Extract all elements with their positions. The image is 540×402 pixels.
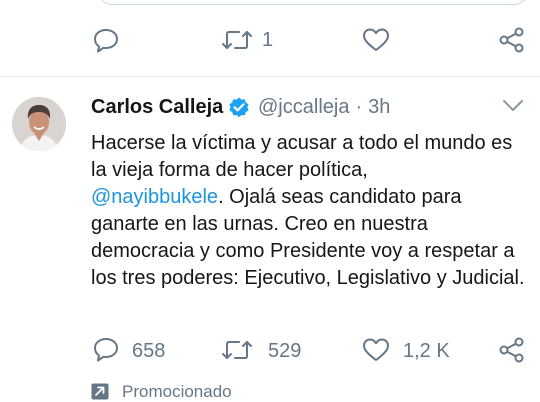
verified-badge-icon xyxy=(227,96,251,120)
heart-icon[interactable] xyxy=(362,337,390,363)
tweet-text-before: Hacerse la víctima y acusar a todo el mu… xyxy=(91,132,513,181)
reply-icon[interactable] xyxy=(93,336,119,362)
meta-separator: · xyxy=(355,96,363,118)
promoted-label: Promocionado xyxy=(122,382,232,401)
author-handle[interactable]: @jccalleja xyxy=(258,96,349,118)
author-name[interactable]: Carlos Calleja xyxy=(91,95,223,119)
retweet-icon[interactable] xyxy=(221,28,253,52)
chevron-down-icon[interactable] xyxy=(502,99,524,113)
mention-link[interactable]: @nayibbukele xyxy=(91,186,218,208)
avatar[interactable] xyxy=(12,97,66,151)
tweet-divider xyxy=(0,76,540,77)
retweet-count: 529 xyxy=(268,340,302,362)
tweet-meta: @jccalleja · 3h xyxy=(258,95,396,119)
reply-icon[interactable] xyxy=(93,27,119,53)
share-icon[interactable] xyxy=(498,336,526,364)
tweet-text: Hacerse la víctima y acusar a todo el mu… xyxy=(91,130,531,292)
retweet-count: 1 xyxy=(262,29,274,51)
quoted-tweet-card-edge[interactable] xyxy=(98,0,528,5)
heart-icon[interactable] xyxy=(362,27,390,53)
reply-count: 658 xyxy=(132,340,166,362)
share-icon[interactable] xyxy=(498,26,526,54)
like-count: 1,2 K xyxy=(403,340,450,362)
tweet-timestamp[interactable]: 3h xyxy=(368,96,390,118)
promoted-arrow-icon xyxy=(91,383,109,400)
retweet-icon[interactable] xyxy=(221,338,253,362)
